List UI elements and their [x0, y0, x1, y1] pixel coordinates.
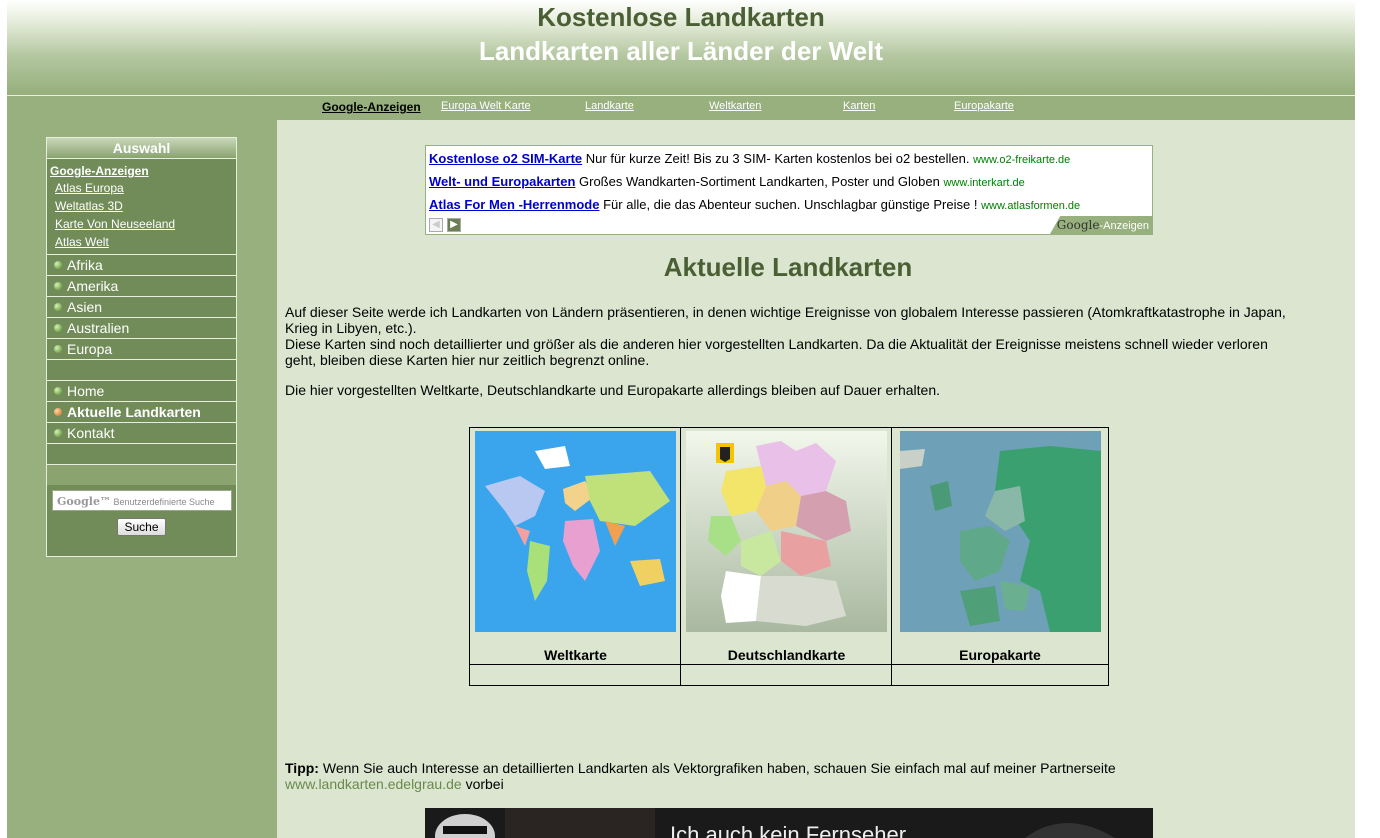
right-margin [1355, 0, 1380, 838]
partner-link[interactable]: www.landkarten.edelgrau.de [285, 776, 462, 792]
map-cell-weltkarte: Weltkarte [470, 428, 681, 685]
search-button[interactable]: Suche [117, 518, 166, 536]
sidebar-item-kontakt[interactable]: Kontakt [47, 422, 236, 443]
sidebar-item-australien[interactable]: Australien [47, 317, 236, 338]
sidebar-item-label: Europa [67, 341, 113, 357]
sidebar-item-amerika[interactable]: Amerika [47, 275, 236, 296]
sidebar-divider [47, 464, 236, 485]
map-caption-europakarte[interactable]: Europakarte [892, 647, 1108, 663]
sidebar-item-afrika[interactable]: Afrika [47, 254, 236, 275]
ad-url[interactable]: www.o2-freikarte.de [973, 154, 1070, 166]
bullet-icon [54, 324, 62, 332]
world-map-thumbnail[interactable] [475, 431, 676, 632]
nav-landkarte[interactable]: Landkarte [585, 100, 634, 112]
ad-text: Nur für kurze Zeit! Bis zu 3 SIM- Karten… [585, 151, 970, 166]
google-ad-box: Kostenlose o2 SIM-Karte Nur für kurze Ze… [425, 145, 1153, 235]
sidebar-title: Auswahl [47, 138, 236, 159]
bullet-icon [54, 429, 62, 437]
sidebar-item-label: Aktuelle Landkarten [67, 404, 201, 420]
map-caption-deutschlandkarte[interactable]: Deutschlandkarte [681, 647, 892, 663]
sidebar-item-label: Asien [67, 299, 103, 315]
ad-banner[interactable]: Ich auch kein Fernseher [425, 808, 1153, 838]
google-logo: Google [1056, 218, 1100, 232]
intro-paragraph: Auf dieser Seite werde ich Landkarten vo… [285, 304, 1295, 368]
bullet-icon [54, 345, 62, 353]
tip-paragraph: Tipp: Wenn Sie auch Interesse an detaill… [285, 760, 1285, 792]
sidebar-ad-atlas-europa[interactable]: Atlas Europa [55, 181, 236, 196]
tip-text: Wenn Sie auch Interesse an detaillierten… [322, 760, 1116, 776]
maps-table: Weltkarte Deutschlandkarte Europakarte [469, 427, 1109, 686]
tip-end: vorbei [465, 776, 504, 792]
table-row-divider [470, 664, 1108, 665]
ad-headline[interactable]: Kostenlose o2 SIM-Karte [429, 151, 582, 166]
bullet-icon [54, 303, 62, 311]
ad-headline[interactable]: Atlas For Men -Herrenmode [429, 197, 599, 212]
sidebar-divider [47, 359, 236, 380]
page-title: Aktuelle Landkarten [663, 252, 913, 282]
sidebar-item-label: Australien [67, 320, 130, 336]
sidebar-item-label: Amerika [67, 278, 119, 294]
site-subtitle: Landkarten aller Länder der Welt [478, 36, 884, 66]
sidebar-ad-karte-neuseeland[interactable]: Karte Von Neuseeland [55, 217, 236, 232]
sidebar-ads-heading[interactable]: Google-Anzeigen [50, 164, 236, 178]
sidebar-divider [47, 443, 236, 464]
nav-weltkarten[interactable]: Weltkarten [709, 100, 761, 112]
ad-item: Atlas For Men -Herrenmode Für alle, die … [429, 197, 1080, 212]
map-cell-deutschlandkarte: Deutschlandkarte [681, 428, 892, 685]
google-ads-badge[interactable]: Google-Anzeigen [1050, 216, 1152, 234]
sidebar-ad-weltatlas-3d[interactable]: Weltatlas 3D [55, 199, 236, 214]
sidebar-item-europa[interactable]: Europa [47, 338, 236, 359]
bullet-icon [54, 387, 62, 395]
ad-text: Großes Wandkarten-Sortiment Landkarten, … [579, 174, 940, 189]
europe-map-thumbnail[interactable] [900, 431, 1101, 632]
sidebar: Auswahl Google-Anzeigen Atlas Europa Wel… [46, 137, 237, 557]
sidebar-item-aktuelle-landkarten[interactable]: Aktuelle Landkarten [47, 401, 236, 422]
ad-next-icon[interactable]: ▶ [447, 218, 461, 232]
site-title: Kostenlose Landkarten [537, 2, 825, 32]
site-header: Kostenlose Landkarten Landkarten aller L… [7, 0, 1355, 93]
badge-text: -Anzeigen [1099, 220, 1149, 232]
tip-label: Tipp: [285, 760, 319, 776]
sidebar-item-label: Afrika [67, 257, 103, 273]
map-cell-europakarte: Europakarte [892, 428, 1108, 685]
germany-map-thumbnail[interactable] [686, 431, 887, 632]
banner-text: Ich auch kein Fernseher [670, 822, 907, 838]
sidebar-ad-atlas-welt[interactable]: Atlas Welt [55, 235, 236, 250]
ad-url[interactable]: www.atlasformen.de [981, 200, 1080, 212]
map-caption-weltkarte[interactable]: Weltkarte [470, 647, 681, 663]
search-input[interactable]: Google™ Benutzerdefinierte Suche [52, 490, 232, 511]
ad-prev-icon[interactable]: ◀ [429, 218, 443, 232]
ad-item: Kostenlose o2 SIM-Karte Nur für kurze Ze… [429, 151, 1070, 166]
ad-headline[interactable]: Welt- und Europakarten [429, 174, 575, 189]
nav-google-ads[interactable]: Google-Anzeigen [322, 100, 421, 114]
ad-text: Für alle, die das Abenteur suchen. Unsch… [603, 197, 978, 212]
top-nav: Google-Anzeigen Europa Welt Karte Landka… [7, 95, 1355, 118]
bullet-active-icon [54, 408, 62, 416]
google-logo: Google™ [57, 495, 111, 508]
sidebar-item-label: Home [67, 383, 105, 399]
paragraph-2: Diese Karten sind noch detaillierter und… [285, 336, 1268, 368]
sidebar-menu: Afrika Amerika Asien Australien Europa H… [47, 254, 236, 485]
ad-item: Welt- und Europakarten Großes Wandkarten… [429, 174, 1025, 189]
ad-url[interactable]: www.interkart.de [943, 177, 1024, 189]
nav-europakarte[interactable]: Europakarte [954, 100, 1014, 112]
paragraph-3: Die hier vorgestellten Weltkarte, Deutsc… [285, 382, 941, 398]
sidebar-item-asien[interactable]: Asien [47, 296, 236, 317]
bullet-icon [54, 261, 62, 269]
nav-karten[interactable]: Karten [843, 100, 875, 112]
sidebar-item-home[interactable]: Home [47, 380, 236, 401]
sidebar-item-label: Kontakt [67, 425, 115, 441]
nav-europa-welt-karte[interactable]: Europa Welt Karte [441, 100, 531, 112]
search-placeholder: Benutzerdefinierte Suche [113, 497, 215, 507]
paragraph-1: Auf dieser Seite werde ich Landkarten vo… [285, 304, 1286, 336]
bullet-icon [54, 282, 62, 290]
